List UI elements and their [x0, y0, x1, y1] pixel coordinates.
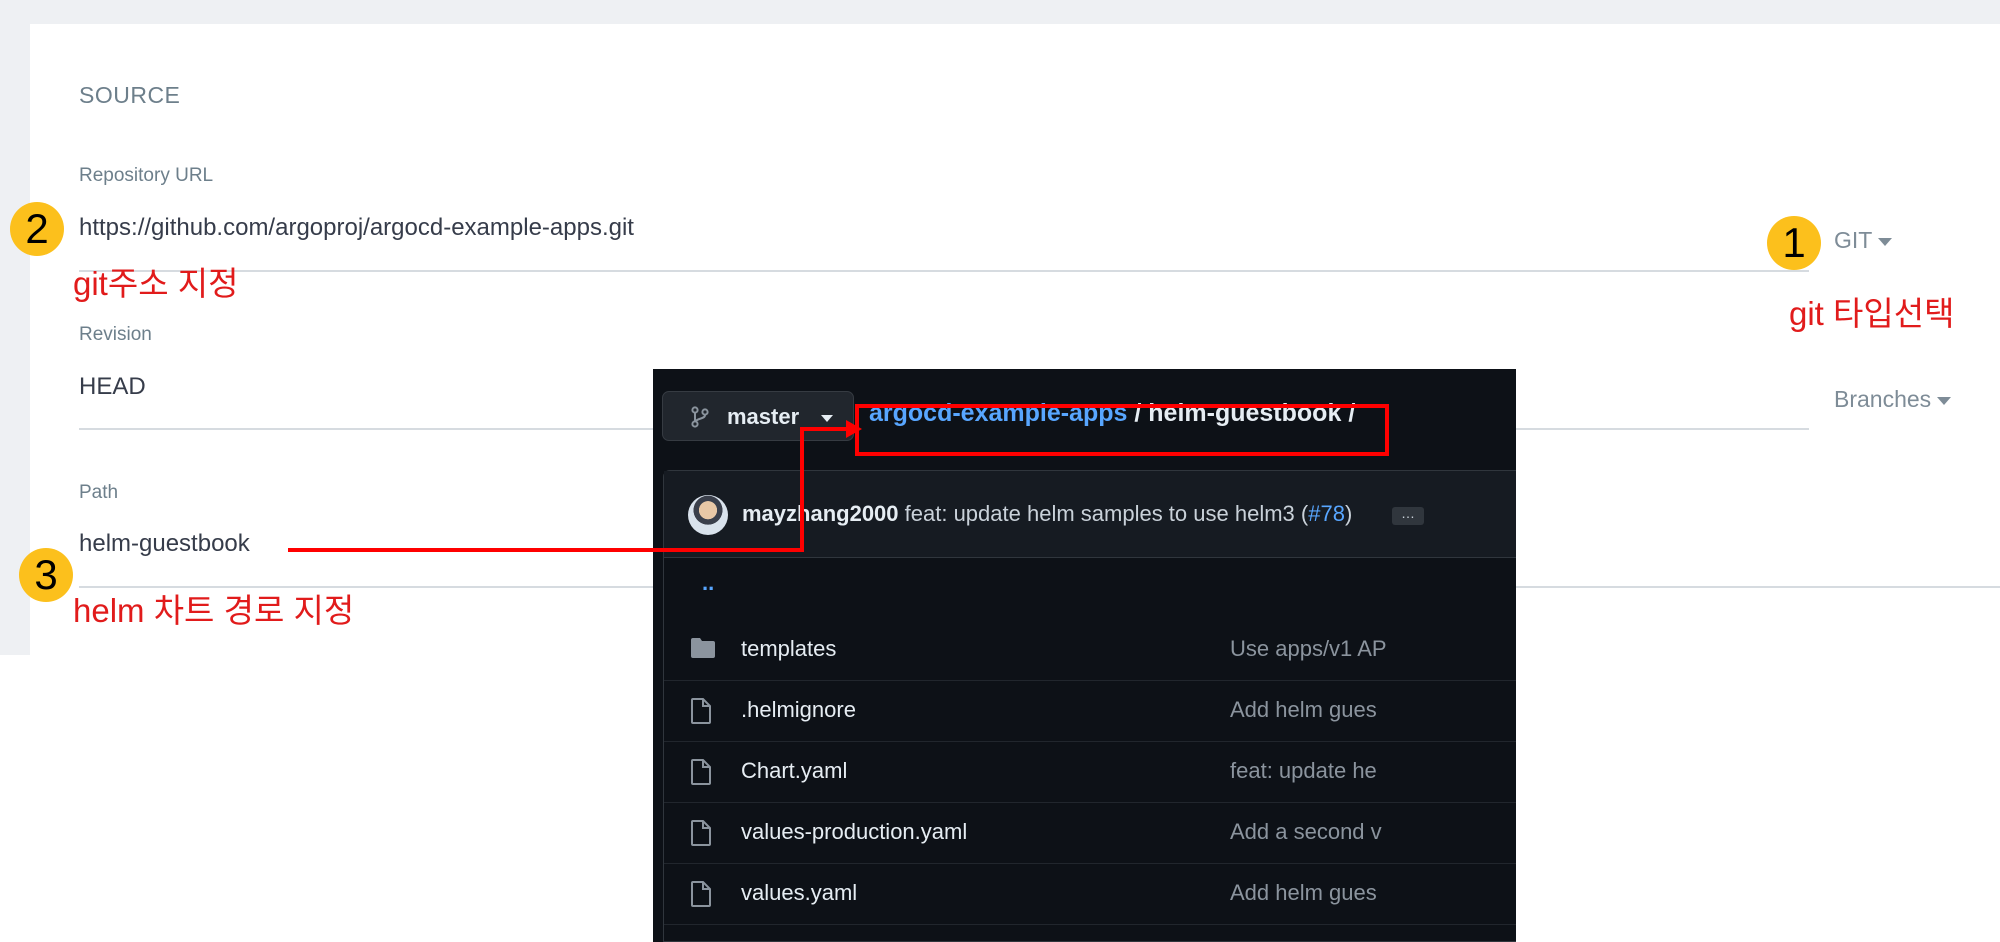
arrow-line [288, 427, 850, 552]
annotation-arrow [288, 420, 862, 552]
arrow-head-icon [846, 420, 862, 438]
